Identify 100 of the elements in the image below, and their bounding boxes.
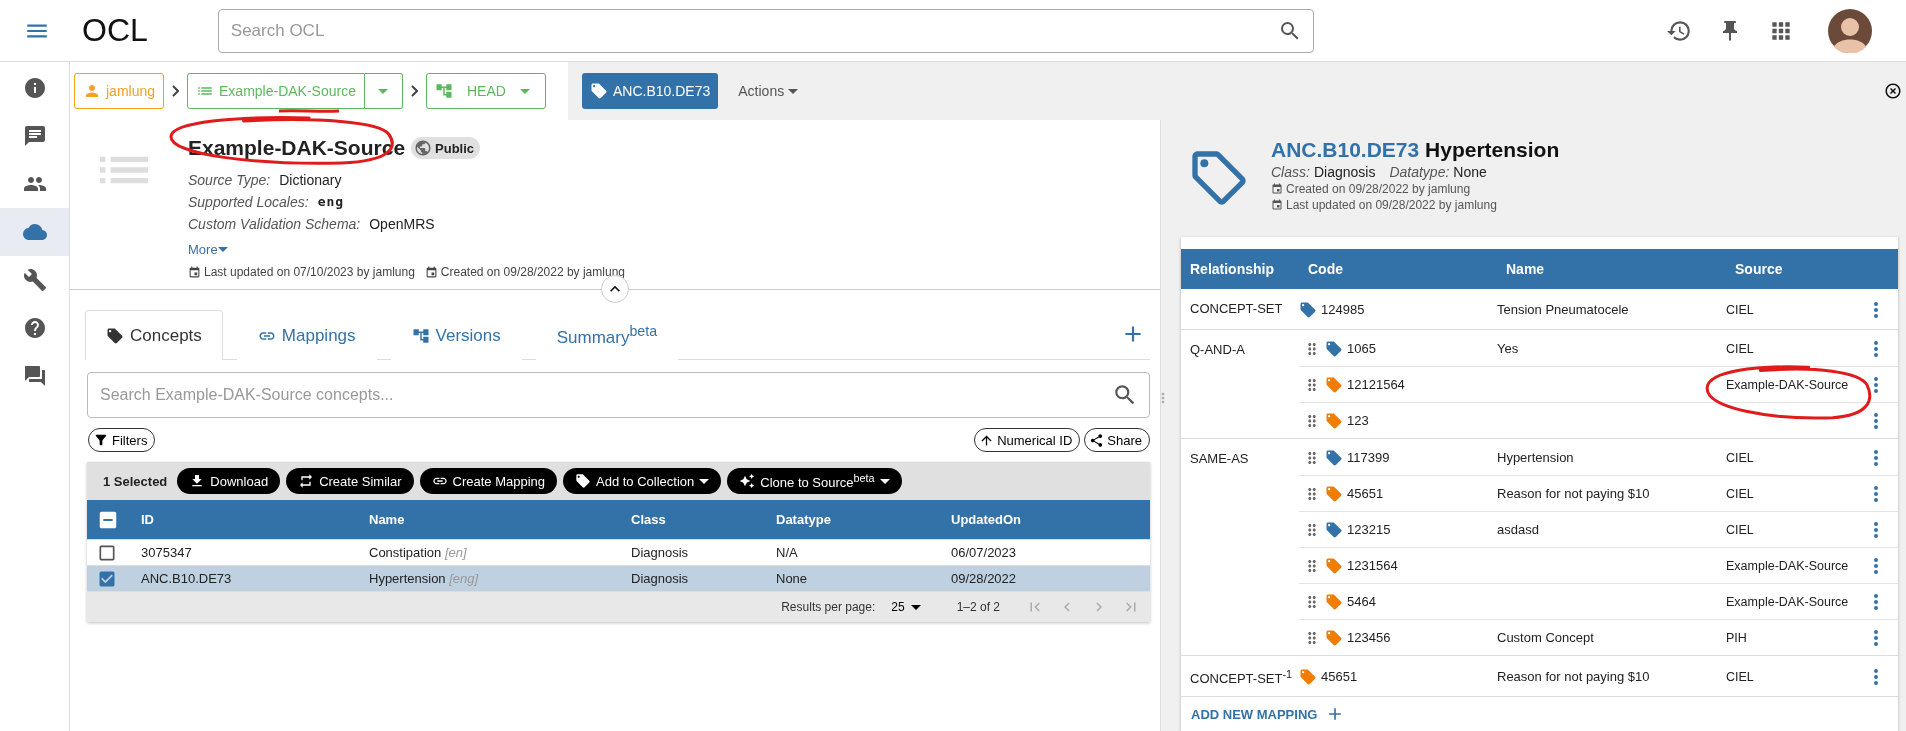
- action-button[interactable]: Download: [177, 468, 281, 494]
- code-cell: 123215: [1299, 520, 1391, 539]
- more-icon: [1874, 557, 1878, 574]
- field-value: OpenMRS: [369, 216, 435, 232]
- code-cell: 117399: [1299, 448, 1390, 467]
- field-label: Class:: [1271, 164, 1310, 180]
- table-row[interactable]: ANC.B10.DE73 Hypertension [eng] Diagnosis None 09/28/2022: [87, 566, 1150, 592]
- sort-button[interactable]: Numerical ID: [974, 428, 1081, 452]
- visibility-badge: Public: [411, 137, 481, 159]
- action-button[interactable]: Add to Collection: [563, 468, 722, 494]
- field-label: Custom Validation Schema:: [188, 216, 361, 232]
- tag-icon: [575, 473, 591, 489]
- source-cell: CIEL: [1726, 486, 1754, 501]
- column-header[interactable]: Class: [631, 512, 776, 527]
- tag-icon: [590, 82, 608, 100]
- chat-icon: [22, 124, 47, 148]
- sidebar-item[interactable]: [0, 208, 69, 256]
- rows-per-page-select[interactable]: 25: [891, 600, 921, 614]
- code-cell: 45651: [1299, 667, 1358, 686]
- created-date-text: Created on 09/28/2022 by jamlung: [424, 265, 625, 279]
- more-icon: [1874, 485, 1878, 502]
- action-button[interactable]: Create Mapping: [419, 468, 557, 494]
- concept-search-field[interactable]: Search Example-DAK-Source concepts...: [87, 372, 1150, 418]
- name-cell-text: asdasd: [1497, 522, 1540, 537]
- more-icon: [1874, 521, 1878, 538]
- more-icon: [1874, 449, 1878, 466]
- column-header[interactable]: Name: [369, 512, 631, 527]
- help-icon: [22, 316, 47, 340]
- code-cell: 12121564: [1299, 375, 1405, 394]
- wrench-icon: [22, 268, 47, 292]
- source-cell: Example-DAK-Source: [1726, 594, 1849, 609]
- app-name: OCL: [82, 12, 148, 49]
- name-cell-text: Tension Pneumatocele: [1497, 302, 1630, 317]
- created-date-text: Created on 09/28/2022 by jamlung: [1271, 182, 1560, 196]
- column-header[interactable]: ID: [141, 512, 369, 527]
- caret-icon: [910, 604, 921, 610]
- page-range: 1–2 of 2: [956, 600, 1000, 614]
- source-cell: CIEL: [1726, 341, 1754, 356]
- code-cell: 124985: [1299, 300, 1365, 319]
- more-icon: [1874, 629, 1878, 646]
- share-button[interactable]: Share: [1084, 428, 1150, 452]
- chevron-icon: [410, 85, 418, 97]
- actions-menu[interactable]: Actions: [732, 82, 805, 100]
- table-cell-text: 09/28/2022: [951, 571, 1018, 586]
- calendar-icon: [1271, 199, 1283, 211]
- more-icon: [1874, 668, 1878, 685]
- rows-per-page-label: Results per page:: [781, 600, 876, 614]
- add-mapping-button[interactable]: ADD NEW MAPPING: [1181, 697, 1352, 731]
- name-cell-text: Reason for not paying $10: [1497, 669, 1651, 684]
- source-cell: CIEL: [1726, 669, 1754, 684]
- sparkle-icon: [739, 473, 756, 489]
- more-link[interactable]: More: [188, 242, 228, 257]
- source-cell: CIEL: [1726, 450, 1754, 465]
- tab[interactable]: Concepts: [85, 310, 223, 360]
- caret-icon: [378, 88, 389, 94]
- field-value: None: [1453, 164, 1487, 180]
- field-value: Dictionary: [279, 172, 342, 188]
- field-value: eng: [317, 194, 345, 210]
- caret-icon: [788, 88, 799, 94]
- more-icon: [1874, 593, 1878, 610]
- name-cell-text: Custom Concept: [1497, 630, 1595, 645]
- action-button[interactable]: Clone to Source$^{beta}$: [727, 468, 902, 494]
- column-header[interactable]: Datatype: [776, 512, 951, 527]
- source-cell: PIH: [1726, 630, 1747, 645]
- search-field[interactable]: Search OCL: [217, 8, 1314, 53]
- table-cell-text: ANC.B10.DE73: [141, 571, 233, 586]
- avatar[interactable]: [1828, 8, 1872, 53]
- repeat-icon: [298, 473, 315, 489]
- concept-chip[interactable]: ANC.B10.DE73: [582, 73, 719, 109]
- code-cell: 1065: [1299, 339, 1376, 358]
- table-cell-text: Diagnosis: [631, 545, 690, 560]
- caret-icon: [519, 88, 530, 94]
- table-row[interactable]: 3075347 Constipation [en] Diagnosis N/A 06/07/2023: [87, 540, 1150, 566]
- table-cell-text: N/A: [776, 545, 799, 560]
- column-header[interactable]: UpdatedOn: [951, 512, 1150, 527]
- tree-icon: [411, 326, 430, 345]
- updated-date-text: Last updated on 07/10/2023 by jamlung: [188, 265, 415, 279]
- column-header: Source: [1735, 261, 1784, 277]
- selected-count: 1 Selected: [103, 473, 168, 489]
- code-cell: 123: [1299, 411, 1369, 430]
- source-cell: Example-DAK-Source: [1726, 558, 1849, 573]
- calendar-icon: [1271, 183, 1283, 195]
- forum-icon: [22, 364, 47, 388]
- name-cell-text: Yes: [1497, 341, 1520, 356]
- more-icon: [1874, 301, 1878, 318]
- more-icon: [1874, 376, 1878, 393]
- field-label: Supported Locales:: [188, 194, 309, 210]
- updated-date-text: Last updated on 09/28/2022 by jamlung: [1271, 198, 1560, 212]
- concept-title: ANC.B10.DE73 Hypertension: [1271, 138, 1560, 162]
- relationship-cell-text: SAME-AS: [1189, 450, 1250, 466]
- code-cell: 45651: [1299, 484, 1384, 503]
- source-cell: Example-DAK-Source: [1726, 377, 1849, 392]
- column-header: Relationship: [1190, 261, 1275, 277]
- close-icon: [1884, 82, 1902, 100]
- globe-icon: [414, 139, 433, 157]
- table-cell-text: Diagnosis: [631, 571, 690, 586]
- column-header: Name: [1506, 261, 1546, 277]
- table-cell-text: 06/07/2023: [951, 545, 1018, 560]
- action-button[interactable]: Create Similar: [286, 468, 414, 494]
- filters-button[interactable]: Filters: [88, 428, 156, 452]
